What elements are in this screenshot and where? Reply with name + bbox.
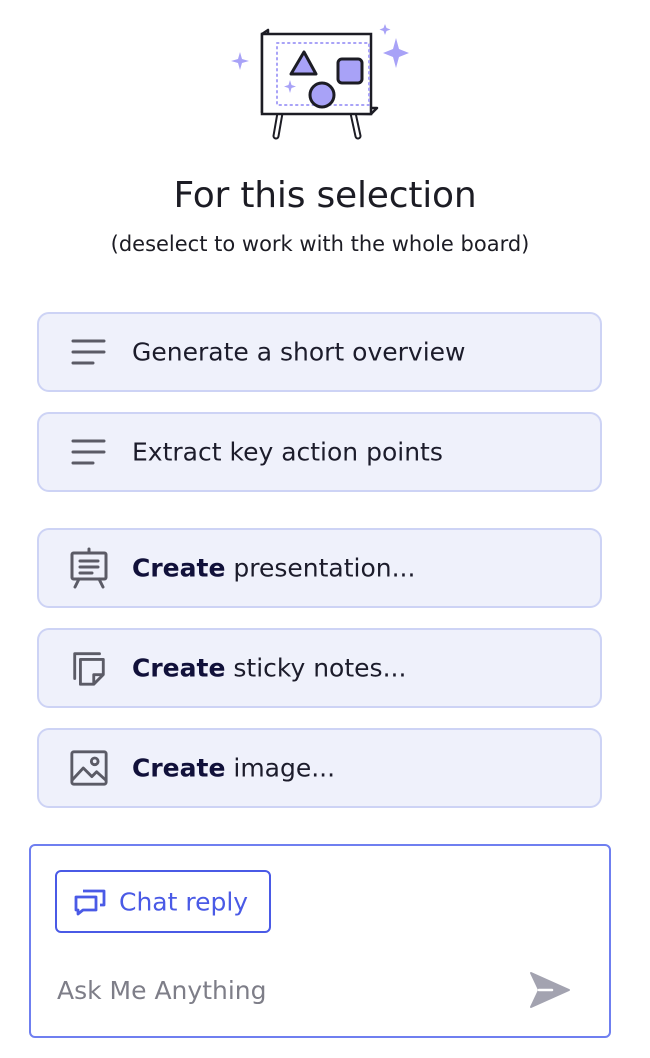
chat-bubbles-icon [74,889,106,915]
text-lines-icon [69,432,109,472]
send-icon [530,972,570,1008]
create-sticky-notes-label: Create sticky notes... [132,653,407,683]
chat-reply-chip[interactable]: Chat reply [55,870,271,933]
chat-reply-label: Chat reply [119,887,249,916]
send-button[interactable] [524,964,576,1016]
presentation-easel-icon [69,547,109,589]
create-presentation-label: Create presentation... [132,553,416,583]
page-subtitle: (deselect to work with the whole board) [110,232,530,256]
create-image-label: Create image... [132,753,336,783]
generate-overview-label: Generate a short overview [132,337,466,367]
chat-composer: Chat reply [29,844,611,1038]
ask-input[interactable] [57,970,497,1010]
page-title: For this selection [173,175,477,216]
image-icon [69,748,109,788]
generate-overview-button[interactable]: Generate a short overview [37,312,602,392]
create-sticky-notes-button[interactable]: Create sticky notes... [37,628,602,708]
create-image-button[interactable]: Create image... [37,728,602,808]
extract-action-points-button[interactable]: Extract key action points [37,412,602,492]
extract-action-points-label: Extract key action points [132,437,443,467]
board-illustration [231,24,409,140]
text-lines-icon [69,332,109,372]
create-presentation-button[interactable]: Create presentation... [37,528,602,608]
sticky-notes-icon [69,648,109,688]
